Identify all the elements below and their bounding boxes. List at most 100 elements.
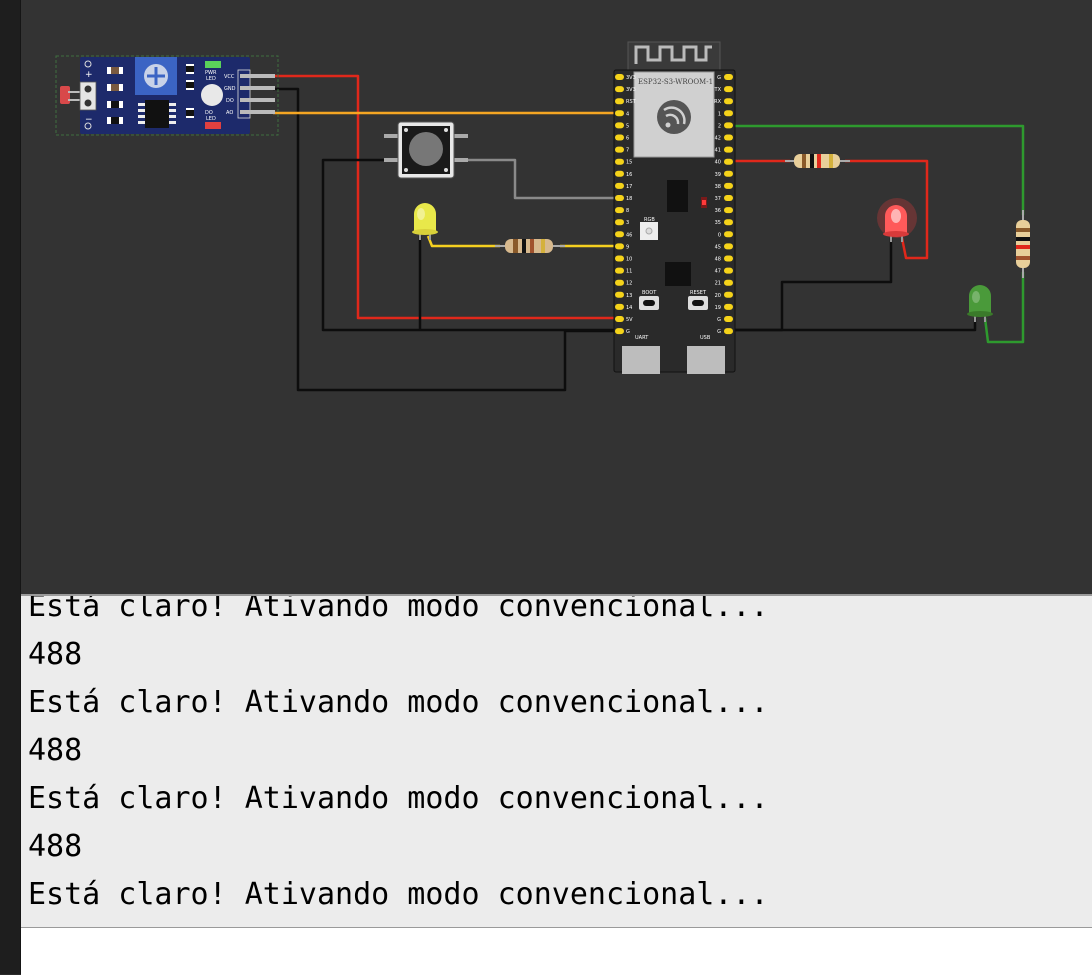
pin-label: G — [626, 329, 630, 335]
header-pin[interactable] — [615, 255, 624, 262]
header-pin[interactable] — [724, 110, 733, 117]
header-pin[interactable] — [724, 98, 733, 105]
yellow-led[interactable] — [412, 203, 438, 240]
header-pin[interactable] — [724, 316, 733, 322]
header-pin[interactable] — [615, 231, 624, 238]
header-pin[interactable] — [615, 303, 624, 310]
pin-label-gnd: GND — [224, 86, 236, 92]
header-pin[interactable] — [724, 146, 733, 153]
pin-label: 3 — [626, 220, 629, 226]
green-led[interactable] — [967, 285, 993, 322]
header-pin[interactable] — [615, 86, 624, 93]
header-pin[interactable] — [724, 195, 733, 201]
serial-monitor[interactable]: Está claro! Ativando modo convencional..… — [21, 594, 1092, 929]
circuit-diagram[interactable]: + − PWR LED DO LED VCC GND DO AO ESP32-S… — [21, 0, 1092, 594]
wire-green-led-gnd[interactable] — [730, 318, 977, 332]
pin-label: 19 — [715, 305, 721, 311]
header-pin[interactable] — [724, 122, 733, 129]
header-pin[interactable] — [615, 243, 624, 250]
header-pin[interactable] — [724, 303, 733, 310]
header-pin[interactable] — [724, 158, 733, 165]
header-pin[interactable] — [615, 207, 624, 214]
do-led-icon — [205, 122, 221, 129]
pin-label: 13 — [626, 293, 632, 299]
header-pin[interactable] — [615, 291, 624, 298]
serial-line: 488 — [28, 829, 83, 864]
header-pin[interactable] — [724, 134, 733, 141]
pin-label: 2 — [718, 123, 721, 129]
header-pin[interactable] — [724, 291, 733, 298]
header-pin[interactable] — [615, 219, 624, 226]
espressif-logo-icon — [657, 100, 691, 134]
reset-label: RESET — [690, 290, 707, 296]
pin-label: TX — [714, 87, 722, 93]
header-pin[interactable] — [724, 231, 733, 238]
resistor-red-led[interactable] — [785, 154, 850, 168]
module-name-label: ESP32-S3-WROOM-1 — [638, 78, 713, 86]
resistor-yellow-led[interactable] — [495, 239, 565, 253]
header-pin[interactable] — [724, 279, 733, 286]
header-pin[interactable] — [724, 74, 733, 80]
serial-input-field[interactable] — [21, 927, 1092, 975]
pin-label: 3V3 — [626, 75, 636, 81]
pushbutton[interactable] — [384, 121, 468, 179]
header-pin[interactable] — [724, 243, 733, 250]
header-pin[interactable] — [615, 279, 624, 286]
serial-line: Está claro! Ativando modo convencional..… — [28, 685, 769, 720]
pin-label: 7 — [626, 148, 629, 154]
header-pin[interactable] — [615, 110, 624, 117]
header-pin[interactable] — [615, 328, 624, 335]
pin-label: 12 — [626, 281, 632, 287]
pin-label: 3V3 — [626, 87, 636, 93]
header-pin[interactable] — [724, 267, 733, 274]
resistor-green-led[interactable] — [1016, 210, 1030, 278]
pin-label: 36 — [715, 208, 721, 214]
pin-label: 5 — [626, 123, 629, 129]
esp32-s3-devkit[interactable]: ESP32-S3-WROOM-1 RGB BOOT RESET UART USB… — [613, 41, 736, 374]
serial-monitor-output: Está claro! Ativando modo convencional..… — [28, 596, 1092, 919]
header-pin[interactable] — [615, 316, 624, 322]
header-pin[interactable] — [724, 182, 733, 189]
header-pin[interactable] — [615, 122, 624, 129]
header-pin[interactable] — [724, 170, 733, 177]
pin-label: 37 — [715, 196, 721, 202]
pin-label: 1 — [718, 111, 721, 117]
header-pin[interactable] — [724, 207, 733, 214]
header-pin[interactable] — [615, 267, 624, 274]
header-pin[interactable] — [615, 134, 624, 141]
usb-label: USB — [700, 335, 711, 341]
wire-button-signal[interactable] — [460, 158, 618, 200]
simulation-canvas[interactable]: + − PWR LED DO LED VCC GND DO AO ESP32-S… — [21, 0, 1092, 594]
rgb-label: RGB — [644, 217, 655, 223]
pin-label: G — [717, 317, 721, 323]
wire-red-led-gnd[interactable] — [730, 238, 893, 332]
header-pin[interactable] — [615, 195, 624, 201]
uart-port — [622, 346, 660, 374]
header-pin[interactable] — [615, 158, 624, 165]
header-pin[interactable] — [615, 146, 624, 153]
header-pin[interactable] — [724, 86, 733, 93]
header-pin[interactable] — [615, 74, 624, 80]
header-pin[interactable] — [615, 98, 624, 105]
pin-label: RX — [714, 99, 721, 105]
serial-line: 488 — [28, 733, 83, 768]
wire-green-gpio[interactable] — [730, 124, 1025, 215]
pin-label: 21 — [715, 281, 721, 287]
header-pin[interactable] — [724, 219, 733, 226]
header-pin[interactable] — [615, 182, 624, 189]
header-pin[interactable] — [724, 328, 733, 335]
header-pin[interactable] — [615, 170, 624, 177]
pin-label: 14 — [626, 305, 632, 311]
red-led[interactable] — [877, 198, 917, 242]
pin-label: G — [717, 75, 721, 81]
pin-label: 6 — [626, 136, 629, 142]
pin-label: 40 — [715, 160, 721, 166]
serial-line: 488 — [28, 637, 83, 672]
pin-label: 17 — [626, 184, 632, 190]
pin-label: 35 — [715, 220, 721, 226]
wire-yellow-led-signal[interactable] — [426, 235, 500, 248]
svg-text:LED: LED — [206, 76, 216, 82]
ldr-sensor-module[interactable]: + − PWR LED DO LED VCC GND DO AO — [55, 55, 279, 136]
pin-label: 15 — [626, 160, 632, 166]
header-pin[interactable] — [724, 255, 733, 262]
